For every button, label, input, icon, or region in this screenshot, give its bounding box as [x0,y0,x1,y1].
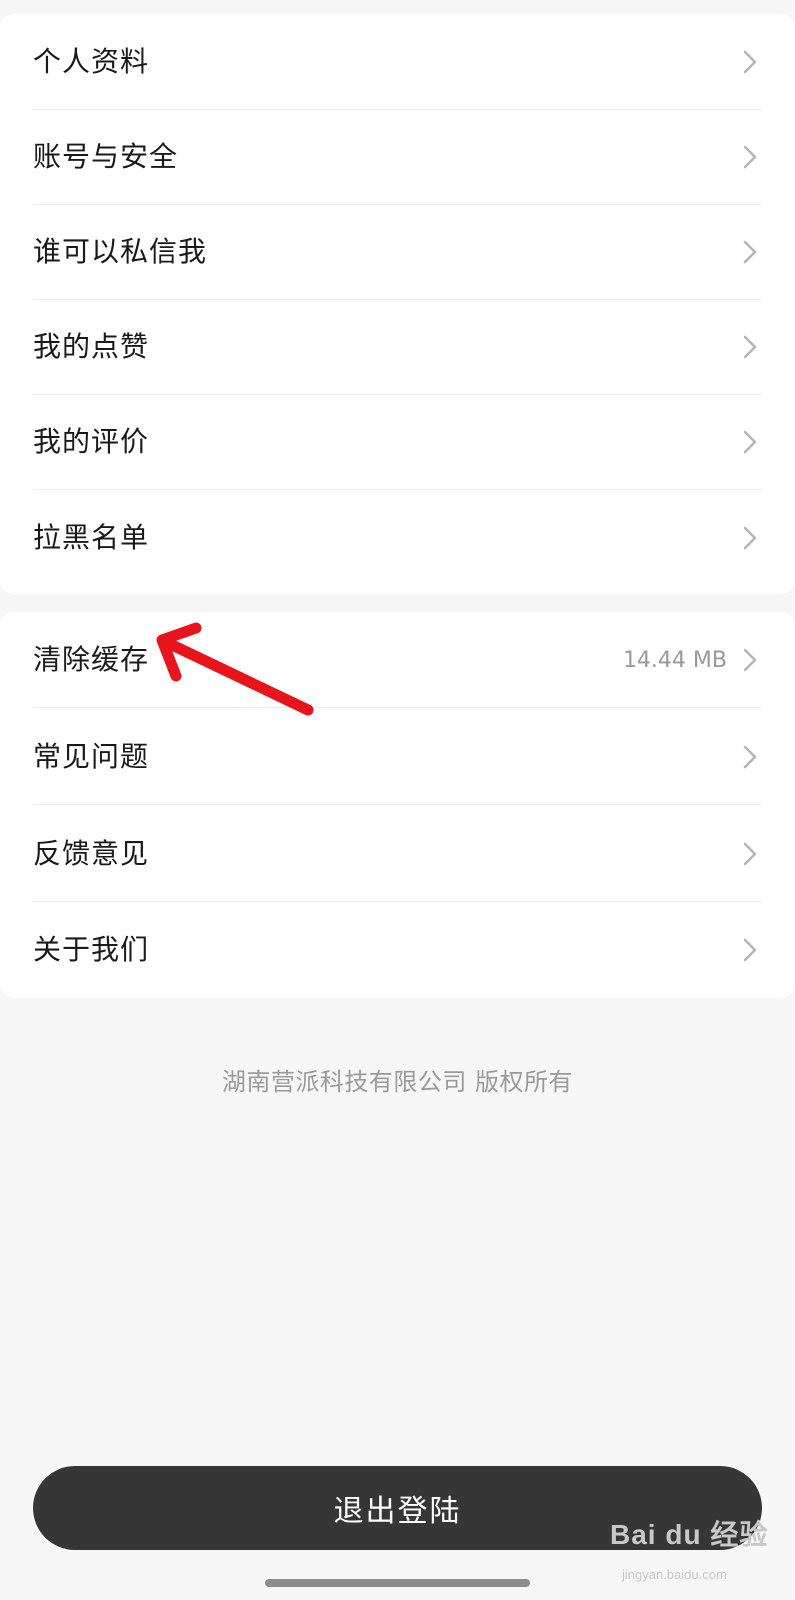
chevron-right-icon [743,526,757,550]
row-label: 我的点赞 [33,330,150,363]
row-label: 关于我们 [33,933,150,966]
baidu-jingyan-watermark: Bai du 经验 jingyan.baidu.com [610,1505,780,1595]
row-label: 谁可以私信我 [33,235,208,268]
home-indicator[interactable] [265,1579,530,1587]
row-label: 个人资料 [33,45,150,78]
copyright-text: 湖南营派科技有限公司 版权所有 [221,1068,574,1096]
settings-card-account: 个人资料 账号与安全 谁可以私信我 我的点赞 我的评价 拉黑名单 [0,14,795,594]
divider [33,803,762,805]
settings-row-clear-cache[interactable]: 清除缓存 14.44 MB [0,612,795,708]
chevron-right-icon [743,240,757,264]
chevron-right-icon [743,145,757,169]
divider [33,706,762,708]
chevron-right-icon [743,430,757,454]
chevron-right-icon [743,648,757,672]
chevron-right-icon [743,842,757,866]
row-label: 我的评价 [33,425,150,458]
chevron-right-icon [743,50,757,74]
watermark-site: jingyan.baidu.com [622,1567,727,1582]
row-label: 清除缓存 [33,643,150,676]
chevron-right-icon [743,938,757,962]
settings-screen: 个人资料 账号与安全 谁可以私信我 我的点赞 我的评价 拉黑名单 清除缓存 14… [0,0,795,1600]
settings-row-messaging-privacy[interactable]: 谁可以私信我 [0,204,795,300]
row-label: 常见问题 [33,740,150,773]
chevron-right-icon [743,745,757,769]
settings-row-my-likes[interactable]: 我的点赞 [0,299,795,395]
settings-row-faq[interactable]: 常见问题 [0,709,795,805]
settings-card-app: 清除缓存 14.44 MB 常见问题 反馈意见 关于我们 [0,612,795,998]
settings-row-account-security[interactable]: 账号与安全 [0,109,795,205]
settings-row-profile[interactable]: 个人资料 [0,14,795,110]
red-arrow-annotation [156,622,314,716]
settings-row-blocklist[interactable]: 拉黑名单 [0,490,795,586]
chevron-right-icon [743,335,757,359]
cache-size-value: 14.44 MB [622,647,727,673]
settings-row-feedback[interactable]: 反馈意见 [0,806,795,902]
row-label: 账号与安全 [33,140,179,173]
watermark-brand: Bai du 经验 [610,1519,769,1550]
row-label: 反馈意见 [33,837,150,870]
row-label: 拉黑名单 [33,521,150,554]
settings-row-about-us[interactable]: 关于我们 [0,902,795,998]
settings-row-my-reviews[interactable]: 我的评价 [0,394,795,490]
